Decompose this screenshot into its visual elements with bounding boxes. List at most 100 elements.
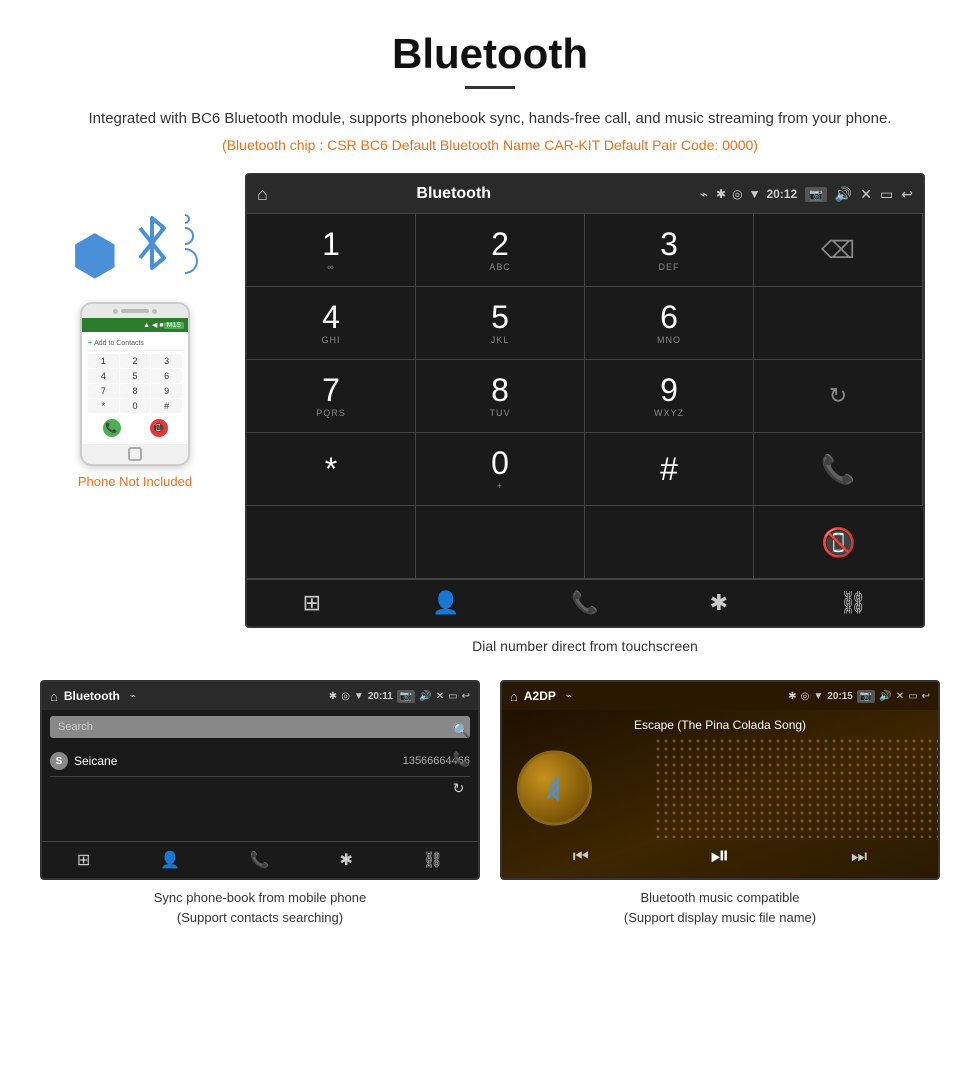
dial-key-9[interactable]: 9 WXYZ bbox=[585, 360, 754, 433]
music-loc-icon: ◎ bbox=[801, 691, 810, 702]
pb-contacts-icon[interactable]: 👤 bbox=[160, 850, 180, 870]
call-red-icon: 📵 bbox=[821, 526, 856, 559]
contact-letter: S bbox=[50, 752, 68, 770]
volume-icon[interactable]: 🔊 bbox=[835, 186, 852, 203]
dial-key-1[interactable]: 1 ∞ bbox=[247, 214, 416, 287]
phone-key-9[interactable]: 9 bbox=[151, 384, 182, 398]
dial-key-8[interactable]: 8 TUV bbox=[416, 360, 585, 433]
phone-key-7[interactable]: 7 bbox=[88, 384, 119, 398]
phone-camera-icon bbox=[113, 309, 118, 314]
title-underline bbox=[465, 86, 515, 89]
pb-screen-title: Bluetooth bbox=[64, 689, 120, 703]
subtitle: Integrated with BC6 Bluetooth module, su… bbox=[0, 107, 980, 137]
phone-key-1[interactable]: 1 bbox=[88, 354, 119, 368]
phone-key-hash[interactable]: # bbox=[151, 399, 182, 413]
pb-bt-icon: ✱ bbox=[329, 691, 337, 702]
dial-key-3[interactable]: 3 DEF bbox=[585, 214, 754, 287]
music-win-icon: ▭ bbox=[908, 691, 917, 702]
bt-icon[interactable]: ✱ bbox=[710, 590, 728, 616]
pb-vol-icon: 🔊 bbox=[419, 691, 431, 702]
music-usb-icon: ⌁ bbox=[566, 691, 572, 702]
pb-time: 20:11 bbox=[368, 691, 393, 702]
phonebook-content: Search S Seicane 13566664466 bbox=[42, 710, 478, 817]
dial-cell-call-green[interactable]: 📞 bbox=[754, 433, 923, 506]
dial-cell-reload[interactable]: ↻ bbox=[754, 360, 923, 433]
dial-key-hash[interactable]: # bbox=[585, 433, 754, 506]
dial-cell-empty-5b bbox=[416, 506, 585, 579]
phone-speaker-icon bbox=[121, 309, 149, 313]
link-icon[interactable]: ⛓ bbox=[839, 590, 867, 616]
search-row: Search bbox=[50, 716, 470, 738]
phone-top-bar bbox=[82, 304, 188, 318]
phone-key-6[interactable]: 6 bbox=[151, 369, 182, 383]
dial-key-star[interactable]: * bbox=[247, 433, 416, 506]
music-visual-area: ♪ bbox=[502, 738, 938, 838]
pb-dialpad-icon[interactable]: ⊞ bbox=[77, 850, 90, 870]
reload-side-icon[interactable]: ↻ bbox=[453, 780, 470, 797]
phone-add-contact: + Add to Contacts bbox=[86, 336, 184, 351]
pb-link-icon[interactable]: ⛓ bbox=[423, 850, 443, 870]
phone-key-8[interactable]: 8 bbox=[120, 384, 151, 398]
music-home-icon[interactable]: ⌂ bbox=[510, 689, 518, 704]
phonebook-status-bar: ⌂ Bluetooth ⌁ ✱ ◎ ▼ 20:11 📷 🔊 ✕ ▭ ↩ bbox=[42, 682, 478, 710]
contacts-icon[interactable]: 👤 bbox=[432, 590, 459, 616]
phone-network-badge: M1S bbox=[164, 322, 184, 329]
dial-key-4[interactable]: 4 GHI bbox=[247, 287, 416, 360]
next-track-icon[interactable]: ⏭ bbox=[851, 846, 867, 867]
pb-loc-icon: ◎ bbox=[341, 691, 350, 702]
specs-line: (Bluetooth chip : CSR BC6 Default Blueto… bbox=[0, 137, 980, 173]
signal-status-icon: ▼ bbox=[749, 187, 761, 201]
phone-key-2[interactable]: 2 bbox=[120, 354, 151, 368]
dial-key-5[interactable]: 5 JKL bbox=[416, 287, 585, 360]
phone-key-0[interactable]: 0 bbox=[120, 399, 151, 413]
prev-track-icon[interactable]: ⏮ bbox=[573, 846, 589, 867]
phone-end-button[interactable]: 📵 bbox=[150, 419, 168, 437]
pb-usb-icon: ⌁ bbox=[130, 691, 136, 702]
call-green-icon: 📞 bbox=[821, 453, 856, 486]
pb-sig-icon: ▼ bbox=[354, 691, 364, 702]
contact-row: S Seicane 13566664466 bbox=[50, 746, 470, 777]
music-cam-icon[interactable]: 📷 bbox=[857, 690, 875, 703]
add-contact-label: Add to Contacts bbox=[94, 340, 144, 347]
phone-side-icon[interactable]: 📞 bbox=[453, 751, 470, 768]
window-icon[interactable]: ▭ bbox=[880, 186, 893, 203]
dial-key-2[interactable]: 2 ABC bbox=[416, 214, 585, 287]
music-back-icon: ↩ bbox=[922, 691, 930, 702]
dial-cell-call-red[interactable]: 📵 bbox=[754, 506, 923, 579]
pb-phone-icon[interactable]: 📞 bbox=[250, 850, 270, 870]
phone-call-button[interactable]: 📞 bbox=[103, 419, 121, 437]
contact-name: Seicane bbox=[74, 754, 117, 768]
play-pause-icon[interactable]: ⏯ bbox=[710, 842, 729, 870]
pb-status-icons: ✱ ◎ ▼ 20:11 📷 🔊 ✕ ▭ ↩ bbox=[329, 690, 470, 703]
dial-cell-empty-2 bbox=[754, 287, 923, 360]
phone-key-3[interactable]: 3 bbox=[151, 354, 182, 368]
phone-key-star[interactable]: * bbox=[88, 399, 119, 413]
bluetooth-symbol-icon: ⬢ bbox=[72, 213, 172, 282]
search-side-icon[interactable]: 🔍 bbox=[453, 722, 470, 739]
pb-bt-bottom-icon[interactable]: ✱ bbox=[340, 850, 353, 870]
car-usb-icon: ⌁ bbox=[700, 186, 708, 203]
dial-cell-backspace[interactable]: ⌫ bbox=[754, 214, 923, 287]
phone-dialpad[interactable]: 1 2 3 4 5 6 7 8 9 * 0 # bbox=[86, 351, 184, 416]
phone-key-5[interactable]: 5 bbox=[120, 369, 151, 383]
music-note-icon: ♪ bbox=[539, 772, 571, 804]
phone-icon[interactable]: 📞 bbox=[571, 590, 598, 616]
dial-key-7[interactable]: 7 PQRS bbox=[247, 360, 416, 433]
pb-home-icon[interactable]: ⌂ bbox=[50, 689, 58, 704]
music-vol-icon: 🔊 bbox=[879, 691, 891, 702]
dial-key-0[interactable]: 0 + bbox=[416, 433, 585, 506]
car-bottom-bar: ⊞ 👤 📞 ✱ ⛓ bbox=[247, 579, 923, 626]
back-icon[interactable]: ↩ bbox=[901, 186, 913, 203]
pb-cam-icon[interactable]: 📷 bbox=[397, 690, 415, 703]
dial-key-6[interactable]: 6 MNO bbox=[585, 287, 754, 360]
close-icon[interactable]: ✕ bbox=[860, 186, 872, 203]
phone-camera2-icon bbox=[152, 309, 157, 314]
page-title: Bluetooth bbox=[0, 0, 980, 86]
plus-icon: + bbox=[88, 340, 92, 347]
camera-icon[interactable]: 📷 bbox=[805, 187, 827, 202]
search-bar[interactable]: Search bbox=[50, 716, 470, 738]
phone-home-button[interactable] bbox=[128, 447, 142, 461]
dialpad-icon[interactable]: ⊞ bbox=[303, 590, 321, 616]
search-placeholder: Search bbox=[58, 721, 93, 733]
phone-key-4[interactable]: 4 bbox=[88, 369, 119, 383]
